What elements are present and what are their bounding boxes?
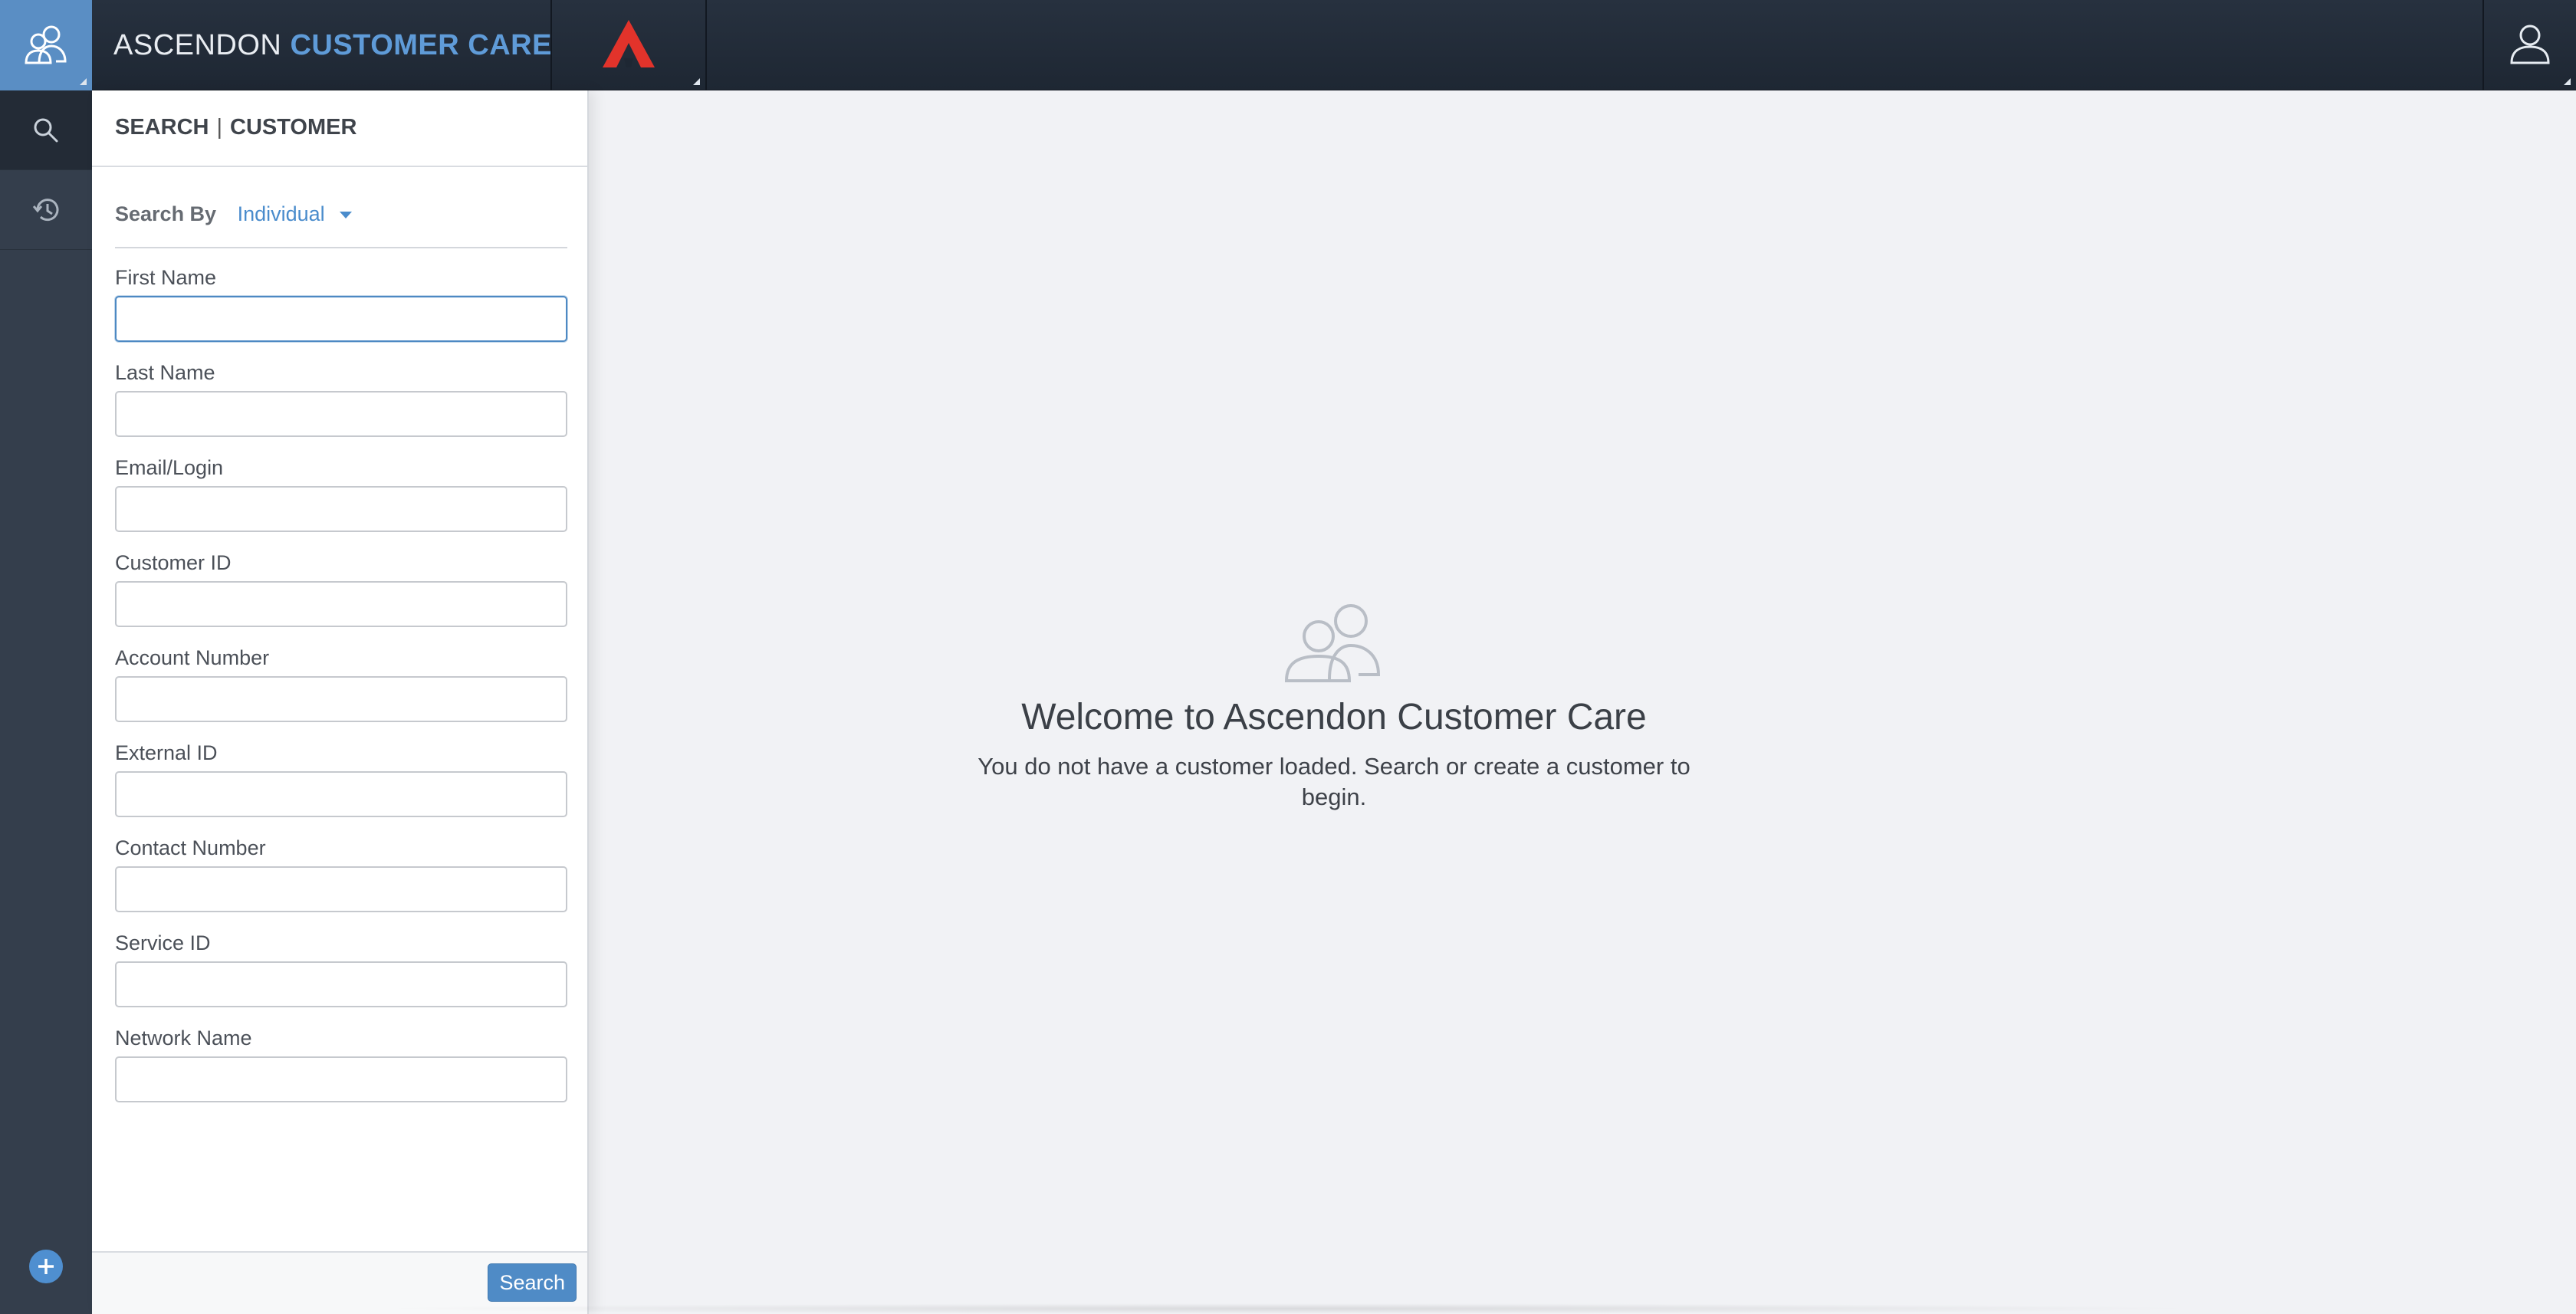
account-number-label: Account Number [115, 646, 270, 669]
account-number-input[interactable] [115, 676, 567, 722]
brand-logo-button[interactable] [552, 0, 705, 90]
search-by-dropdown[interactable]: Individual [222, 202, 353, 225]
customer-id-label: Customer ID [115, 551, 232, 574]
first-name-input[interactable] [115, 296, 567, 342]
app-title: ASCENDON CUSTOMER CARE [113, 0, 552, 90]
panel-title-customer: CUSTOMER [230, 115, 357, 140]
search-by-row: Search By Individual [115, 202, 567, 248]
search-button[interactable]: Search [488, 1263, 577, 1302]
user-menu-button[interactable] [2484, 0, 2576, 90]
dropdown-corner-icon [2564, 78, 2571, 85]
panel-title-separator: | [216, 115, 223, 140]
left-rail [0, 90, 92, 1314]
field-email-login: Email/Login [115, 452, 567, 532]
field-service-id: Service ID [115, 928, 567, 1007]
caret-down-icon [340, 212, 353, 219]
field-customer-id: Customer ID [115, 547, 567, 627]
contact-number-input[interactable] [115, 866, 567, 912]
welcome-title: Welcome to Ascendon Customer Care [1021, 697, 1647, 737]
add-circle-icon [38, 1259, 54, 1274]
ascendon-logo-icon [603, 20, 655, 67]
rail-history-button[interactable] [0, 170, 92, 250]
email-login-input[interactable] [115, 486, 567, 532]
network-name-label: Network Name [115, 1027, 252, 1050]
bottom-shadow [368, 1303, 2208, 1314]
customer-id-input[interactable] [115, 581, 567, 627]
panel-title-search: SEARCH [115, 115, 209, 140]
top-header: ASCENDON CUSTOMER CARE [0, 0, 2576, 90]
external-id-input[interactable] [115, 771, 567, 817]
service-id-input[interactable] [115, 961, 567, 1007]
email-login-label: Email/Login [115, 456, 224, 479]
field-account-number: Account Number [115, 642, 567, 722]
search-customer-panel: SEARCH | CUSTOMER Search By Individual Fir… [92, 90, 589, 1314]
service-id-label: Service ID [115, 931, 211, 954]
header-divider [705, 0, 707, 90]
last-name-input[interactable] [115, 391, 567, 437]
first-name-label: First Name [115, 266, 217, 289]
field-first-name: First Name [115, 262, 567, 342]
rail-search-button[interactable] [0, 90, 92, 170]
customers-icon [1284, 604, 1381, 682]
history-icon [32, 199, 59, 222]
field-last-name: Last Name [115, 357, 567, 437]
last-name-label: Last Name [115, 361, 215, 384]
field-contact-number: Contact Number [115, 833, 567, 912]
contact-number-label: Contact Number [115, 836, 266, 859]
search-by-label: Search By [115, 202, 217, 225]
welcome-message: You do not have a customer loaded. Searc… [978, 753, 1691, 810]
search-icon [34, 118, 58, 143]
customers-icon [25, 25, 67, 64]
panel-title: SEARCH | CUSTOMER [92, 90, 587, 167]
field-external-id: External ID [115, 737, 567, 817]
network-name-input[interactable] [115, 1056, 567, 1102]
add-customer-button[interactable] [29, 1250, 63, 1283]
field-network-name: Network Name [115, 1023, 567, 1102]
customers-menu-button[interactable] [0, 0, 92, 90]
brand-primary: ASCENDON [113, 29, 282, 61]
external-id-label: External ID [115, 741, 218, 764]
brand-accent: CUSTOMER CARE [290, 29, 552, 61]
dropdown-corner-icon [693, 78, 700, 85]
dropdown-corner-icon [80, 78, 87, 85]
user-profile-icon [2510, 25, 2550, 64]
search-by-value: Individual [237, 202, 325, 225]
